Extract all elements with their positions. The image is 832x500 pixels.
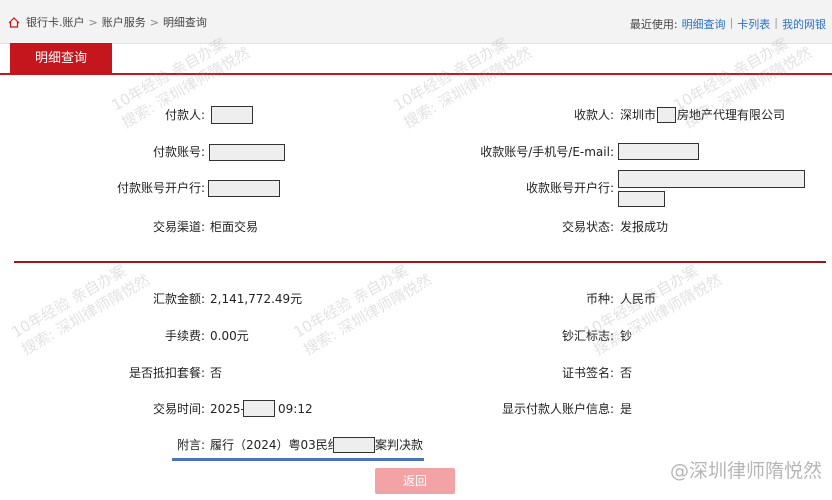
note-row: 附言: 履行（2024）粤03民终 案判决款 [0,434,832,456]
payee-name-redacted [657,107,676,123]
payer-account-label: 付款账号: [152,145,205,159]
payer-name-row: 付款人: 收款人: 深圳市 房地产代理有限公司 [0,104,832,126]
breadcrumb: 银行卡.账户 > 账户服务 > 明细查询 [8,14,207,30]
breadcrumb-separator: > [149,15,159,29]
payer-bank-redacted [208,180,280,197]
currency-label: 币种: [585,292,614,306]
show-payer-label: 显示付款人账户信息: [501,402,614,416]
note-value-suffix: 案判决款 [375,438,424,452]
payer-account-redacted [209,144,285,161]
payee-bank-redacted-line1 [618,170,805,188]
link-divider: | [729,16,734,29]
note-redacted [333,437,375,453]
breadcrumb-separator: > [88,15,98,29]
recent-link-my-ebank[interactable]: 我的网银 [782,16,826,32]
channel-label: 交易渠道: [152,220,205,234]
time-value-suffix: 09:12 [278,402,313,416]
bank-row: 付款账号开户行: 收款账号开户行: [0,170,832,207]
payee-account-label: 收款账号/手机号/E-mail: [480,145,614,159]
brand-watermark: @深圳律师隋悦然 [669,460,822,482]
recent-link-detail-query[interactable]: 明细查询 [682,16,726,32]
payee-bank-label: 收款账号开户行: [525,181,614,195]
status-value: 发报成功 [620,220,669,234]
currency-value: 人民币 [620,292,657,306]
payee-bank-redacted-line2 [618,191,665,207]
fee-label: 手续费: [164,329,205,343]
package-value: 否 [210,366,223,380]
package-label: 是否抵扣套餐: [128,366,205,380]
note-label: 附言: [176,438,205,452]
amount-value: 2,141,772.49元 [210,292,303,306]
account-row: 付款账号: 收款账号/手机号/E-mail: [0,141,832,163]
payee-name-prefix: 深圳市 [620,108,657,122]
note-underline [172,458,424,461]
back-button[interactable]: 返回 [375,468,455,494]
channel-status-row: 交易渠道: 柜面交易 交易状态: 发报成功 [0,216,832,238]
cert-sign-value: 否 [620,366,633,380]
time-redacted [243,400,275,417]
payee-account-redacted [618,143,699,160]
payer-name-redacted [211,106,253,124]
recent-links: 最近使用: 明细查询 | 卡列表 | 我的网银 [630,16,826,32]
show-payer-value: 是 [620,402,633,416]
amount-label: 汇款金额: [152,292,205,306]
recent-link-card-list[interactable]: 卡列表 [737,16,770,32]
status-label: 交易状态: [561,220,614,234]
breadcrumb-item-account-service[interactable]: 账户服务 [102,14,146,30]
payer-bank-label: 付款账号开户行: [116,181,205,195]
note-value-prefix: 履行（2024）粤03民终 [210,438,340,452]
channel-value: 柜面交易 [210,220,259,234]
payer-name-label: 付款人: [164,108,205,122]
package-row: 是否抵扣套餐: 否 证书签名: 否 [0,362,832,384]
payee-name-suffix: 房地产代理有限公司 [677,108,786,122]
cash-flag-label: 钞汇标志: [561,329,614,343]
tab-underline [0,73,832,75]
link-divider: | [774,16,778,29]
section-divider [14,261,826,263]
recent-label: 最近使用: [629,18,678,31]
cert-sign-label: 证书签名: [561,366,614,380]
time-row: 交易时间: 2025- 09:12 显示付款人账户信息: 是 [0,398,832,420]
tab-detail-query[interactable]: 明细查询 [10,43,112,74]
amount-row: 汇款金额: 2,141,772.49元 币种: 人民币 [0,288,832,310]
fee-value: 0.00元 [210,329,249,343]
home-icon[interactable] [8,16,20,28]
top-bar: 银行卡.账户 > 账户服务 > 明细查询 最近使用: 明细查询 | 卡列表 | … [0,0,832,44]
payee-name-label: 收款人: [573,108,614,122]
breadcrumb-item-detail-query: 明细查询 [162,16,207,29]
breadcrumb-item-card-account[interactable]: 银行卡.账户 [26,14,85,30]
time-label: 交易时间: [152,402,205,416]
cash-flag-value: 钞 [620,329,633,343]
time-value-prefix: 2025- [210,402,245,416]
fee-row: 手续费: 0.00元 钞汇标志: 钞 [0,325,832,347]
